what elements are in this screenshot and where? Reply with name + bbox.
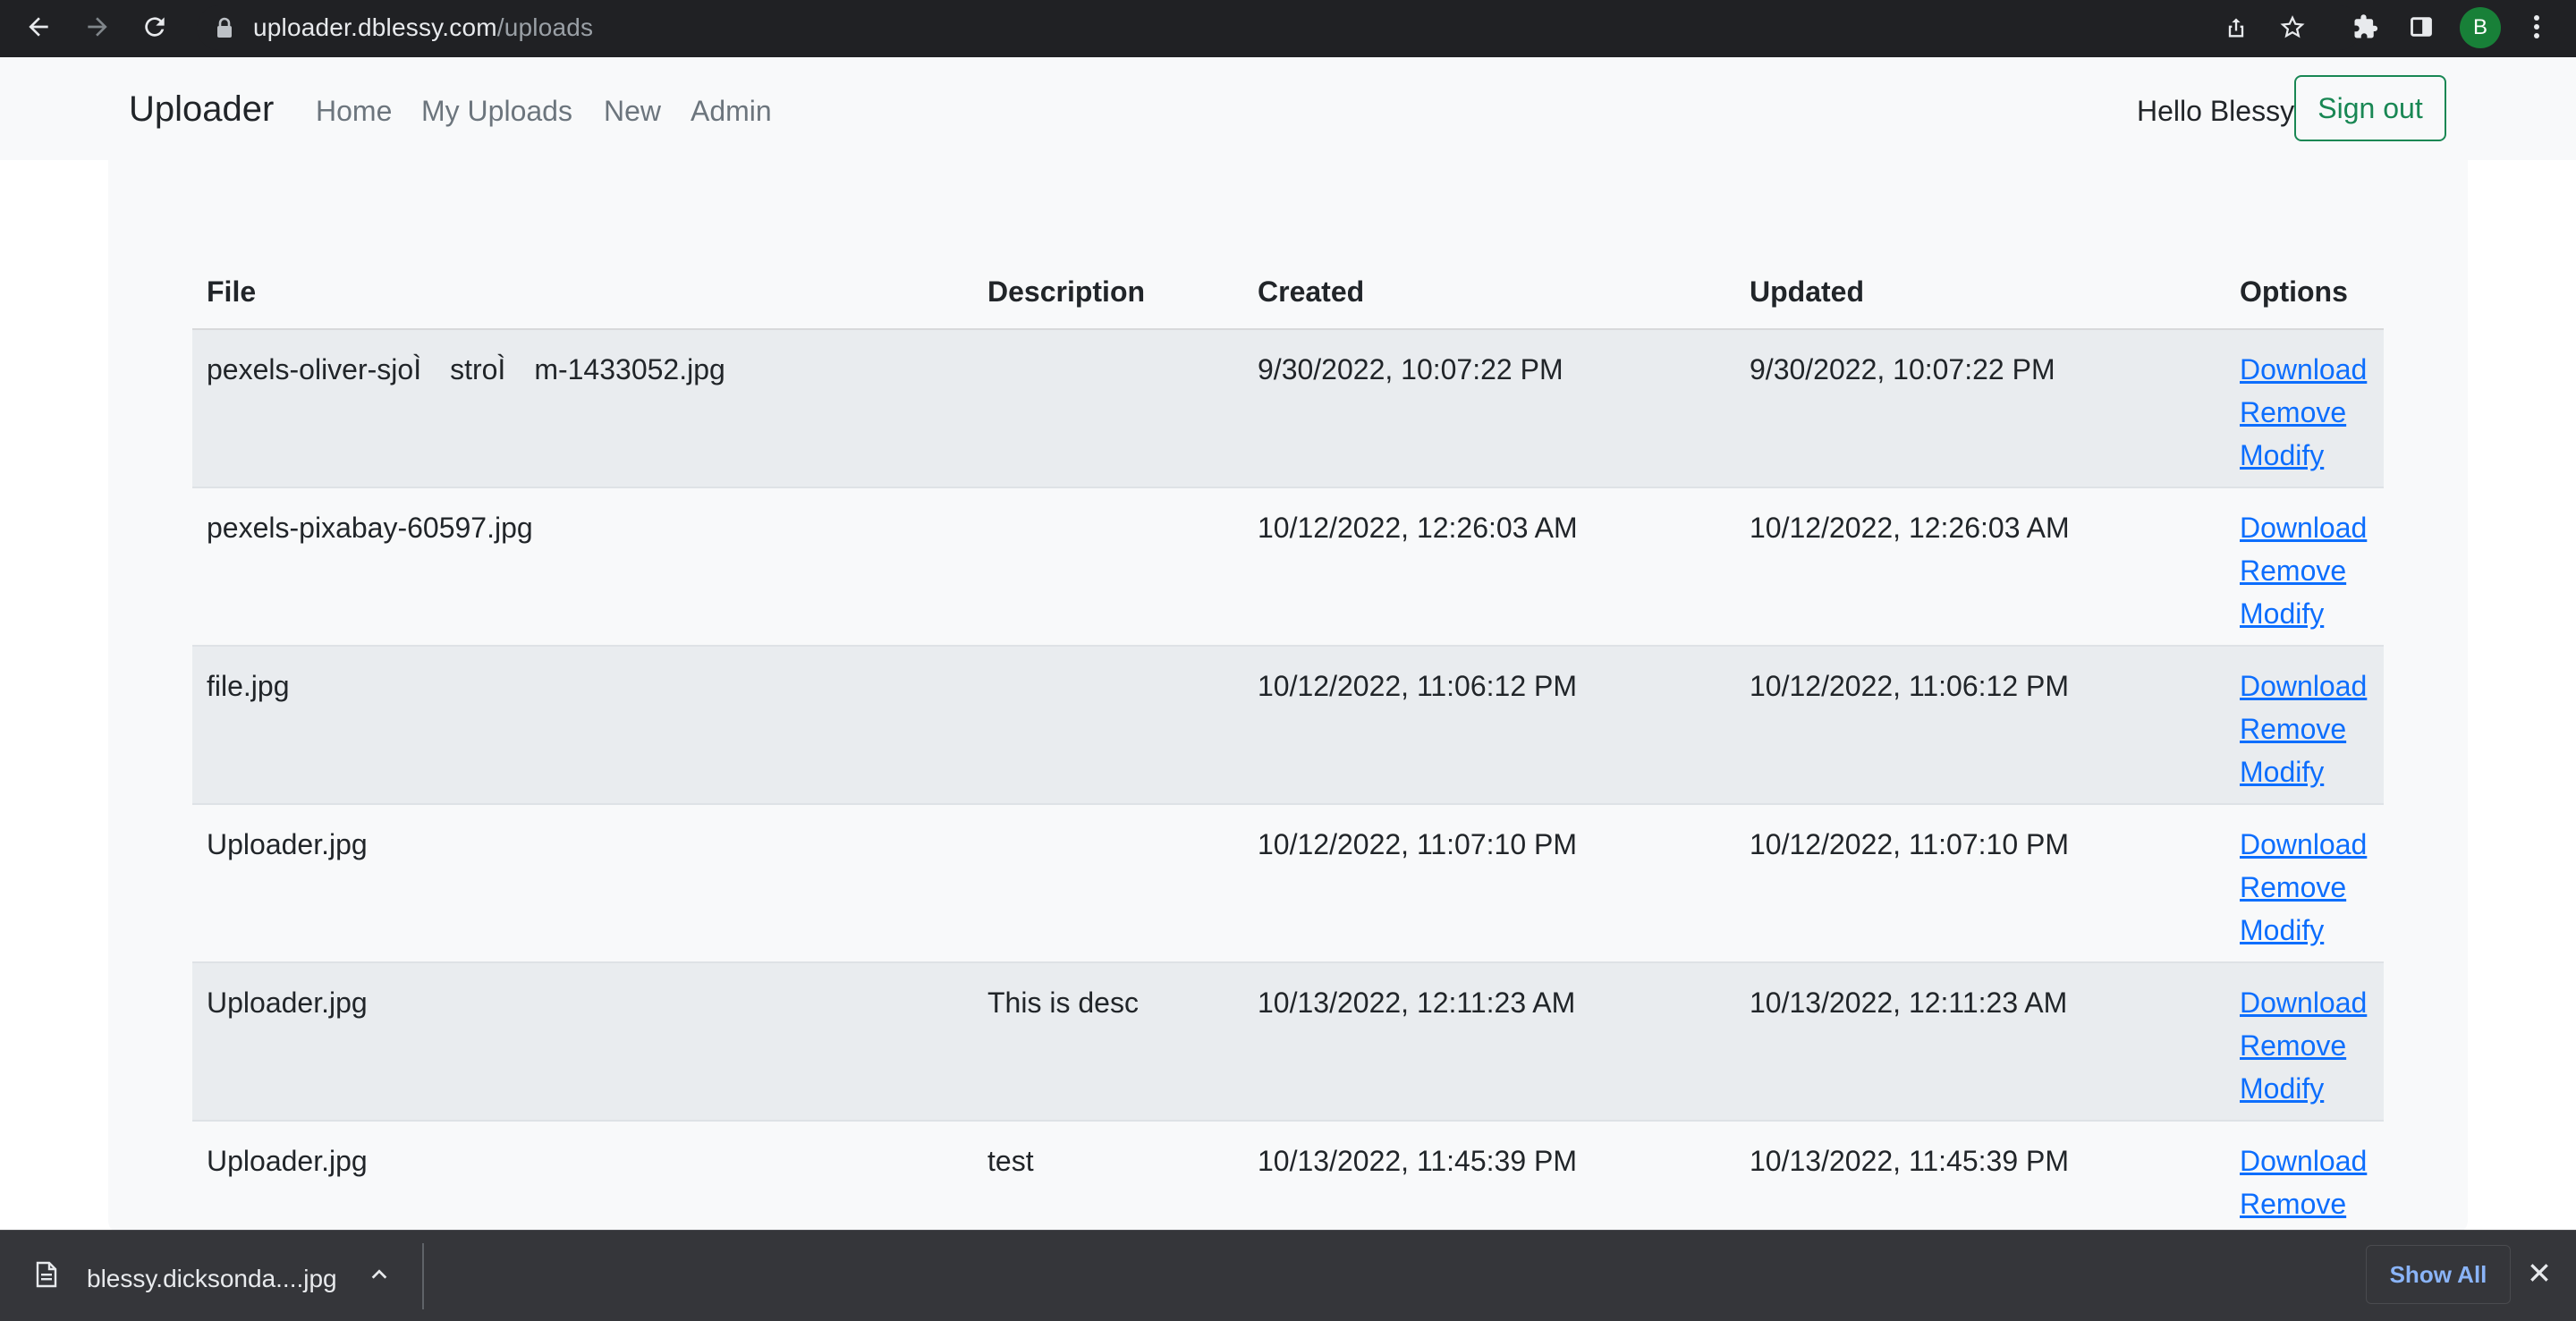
browser-toolbar: uploader.dblessy.com/uploads B <box>0 0 2576 57</box>
cell-options: Download Remove Modify <box>2225 646 2384 805</box>
table-row: file.jpg 10/12/2022, 11:06:12 PM 10/12/2… <box>192 646 2384 805</box>
table-row: Uploader.jpg 10/12/2022, 11:07:10 PM 10/… <box>192 804 2384 963</box>
address-bar[interactable]: uploader.dblessy.com/uploads <box>197 5 2361 50</box>
table-header-row: File Description Created Updated Options <box>192 255 2384 330</box>
download-link[interactable]: Download <box>2240 823 2384 866</box>
download-link[interactable]: Download <box>2240 665 2384 707</box>
nav-link-my-uploads[interactable]: My Uploads <box>421 95 572 128</box>
cell-description <box>973 329 1243 488</box>
site-navbar: Uploader Home My Uploads New Admin Hello… <box>0 57 2576 160</box>
cell-created: 9/30/2022, 10:07:22 PM <box>1243 329 1735 488</box>
show-all-button[interactable]: Show All <box>2366 1245 2511 1304</box>
extensions-puzzle-icon[interactable] <box>2345 0 2386 54</box>
nav-link-new[interactable]: New <box>604 95 661 128</box>
cell-created: 10/12/2022, 11:06:12 PM <box>1243 646 1735 805</box>
chevron-up-icon[interactable] <box>369 1265 389 1289</box>
share-icon[interactable] <box>2224 15 2249 45</box>
download-link[interactable]: Download <box>2240 981 2384 1024</box>
cell-file: pexels-oliver-sjoÌ stroÌ m-1433052.jpg <box>192 329 973 488</box>
cell-updated: 10/12/2022, 12:26:03 AM <box>1735 487 2225 647</box>
download-link[interactable]: Download <box>2240 506 2384 549</box>
nav-link-home[interactable]: Home <box>316 95 392 128</box>
cell-file: pexels-pixabay-60597.jpg <box>192 487 973 647</box>
download-shelf: blessy.dicksonda....jpg Show All <box>0 1230 2576 1321</box>
cell-options: Download Remove Modify <box>2225 962 2384 1122</box>
modify-link[interactable]: Modify <box>2240 434 2384 477</box>
cell-file: Uploader.jpg <box>192 962 973 1122</box>
remove-link[interactable]: Remove <box>2240 1024 2384 1067</box>
modify-link[interactable]: Modify <box>2240 1067 2384 1110</box>
cell-updated: 10/12/2022, 11:07:10 PM <box>1735 804 2225 963</box>
remove-link[interactable]: Remove <box>2240 707 2384 750</box>
bookmark-star-icon[interactable] <box>2279 14 2306 46</box>
download-link[interactable]: Download <box>2240 348 2384 391</box>
download-link[interactable]: Download <box>2240 1139 2384 1182</box>
cell-description <box>973 487 1243 647</box>
modify-link[interactable]: Modify <box>2240 909 2384 952</box>
cell-options: Download Remove Modify <box>2225 804 2384 963</box>
cell-options: Download Remove Modify <box>2225 487 2384 647</box>
header-description: Description <box>973 255 1243 330</box>
url-path: /uploads <box>496 13 594 41</box>
modify-link[interactable]: Modify <box>2240 592 2384 635</box>
header-updated: Updated <box>1735 255 2225 330</box>
close-icon[interactable] <box>2528 1261 2551 1289</box>
table-row: Uploader.jpg This is desc 10/13/2022, 12… <box>192 962 2384 1122</box>
url-host: uploader.dblessy.com <box>253 13 497 41</box>
header-options: Options <box>2225 255 2384 330</box>
cell-updated: 10/13/2022, 12:11:23 AM <box>1735 962 2225 1122</box>
cell-file: Uploader.jpg <box>192 804 973 963</box>
cell-updated: 10/12/2022, 11:06:12 PM <box>1735 646 2225 805</box>
table-row: pexels-pixabay-60597.jpg 10/12/2022, 12:… <box>192 487 2384 647</box>
remove-link[interactable]: Remove <box>2240 866 2384 909</box>
cell-description <box>973 646 1243 805</box>
reload-icon[interactable] <box>134 0 175 54</box>
remove-link[interactable]: Remove <box>2240 549 2384 592</box>
uploads-table: File Description Created Updated Options… <box>192 255 2384 1280</box>
cell-description: This is desc <box>973 962 1243 1122</box>
shelf-divider <box>422 1243 424 1309</box>
cell-created: 10/13/2022, 12:11:23 AM <box>1243 962 1735 1122</box>
lock-icon[interactable] <box>216 17 233 43</box>
header-file: File <box>192 255 973 330</box>
cell-created: 10/12/2022, 12:26:03 AM <box>1243 487 1735 647</box>
cell-options: Download Remove Modify <box>2225 329 2384 488</box>
modify-link[interactable]: Modify <box>2240 750 2384 793</box>
cell-created: 10/12/2022, 11:07:10 PM <box>1243 804 1735 963</box>
forward-arrow-icon[interactable] <box>77 0 118 54</box>
kebab-menu-icon[interactable] <box>2519 0 2555 54</box>
side-panel-icon[interactable] <box>2401 0 2442 54</box>
remove-link[interactable]: Remove <box>2240 391 2384 434</box>
cell-description <box>973 804 1243 963</box>
user-greeting: Hello Blessy <box>2137 95 2295 127</box>
url-text: uploader.dblessy.com/uploads <box>253 13 593 42</box>
header-created: Created <box>1243 255 1735 330</box>
downloaded-file-name[interactable]: blessy.dicksonda....jpg <box>87 1265 337 1293</box>
cell-updated: 9/30/2022, 10:07:22 PM <box>1735 329 2225 488</box>
back-arrow-icon[interactable] <box>18 0 59 54</box>
table-row: pexels-oliver-sjoÌ stroÌ m-1433052.jpg 9… <box>192 329 2384 488</box>
uploads-container: File Description Created Updated Options… <box>108 160 2468 1280</box>
nav-link-admin[interactable]: Admin <box>691 95 772 128</box>
cell-file: file.jpg <box>192 646 973 805</box>
file-icon <box>36 1261 57 1292</box>
profile-avatar[interactable]: B <box>2460 7 2501 48</box>
remove-link[interactable]: Remove <box>2240 1182 2384 1225</box>
sign-out-button[interactable]: Sign out <box>2294 75 2446 141</box>
navbar-brand[interactable]: Uploader <box>129 89 274 130</box>
